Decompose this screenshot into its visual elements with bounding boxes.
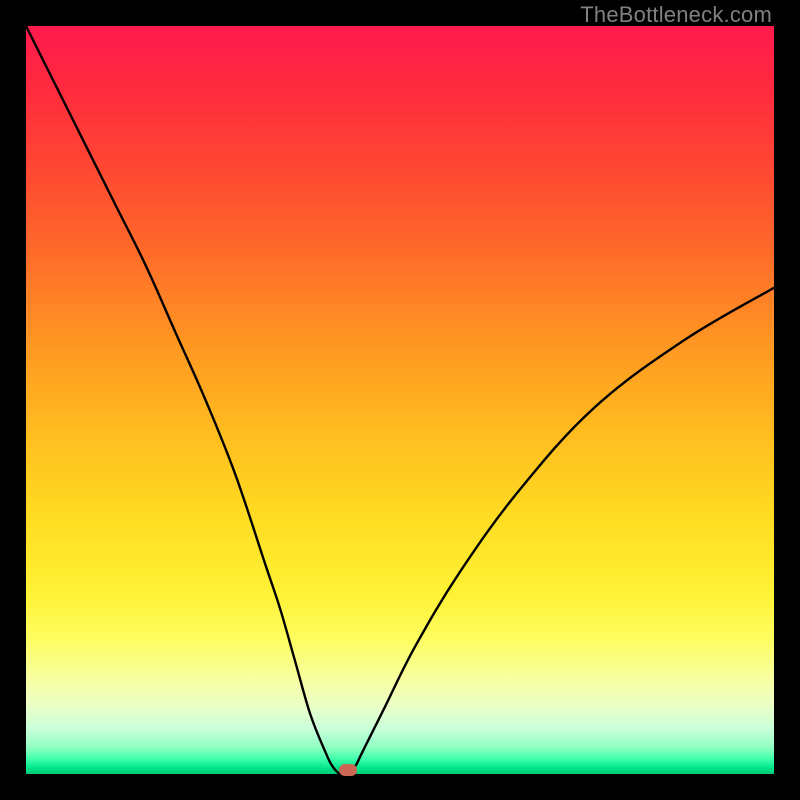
bottleneck-curve — [26, 26, 774, 774]
plot-area — [26, 26, 774, 774]
chart-frame: TheBottleneck.com — [0, 0, 800, 800]
curve-path — [26, 26, 774, 774]
watermark-text: TheBottleneck.com — [580, 2, 772, 28]
optimal-marker — [339, 764, 357, 776]
